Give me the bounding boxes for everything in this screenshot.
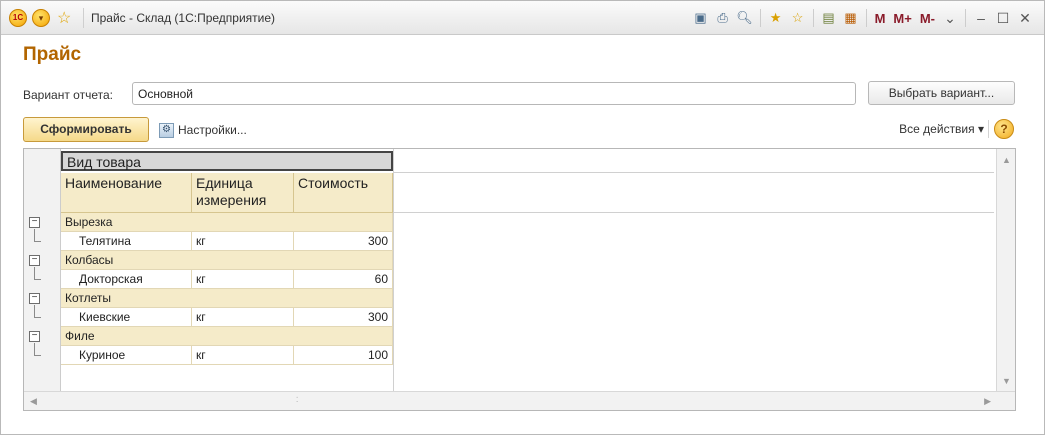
item-unit-cell: кг (192, 232, 294, 250)
item-price-cell: 300 (294, 308, 393, 326)
all-actions-menu[interactable]: Все действия ▾ (899, 122, 984, 136)
group-row[interactable]: Вырезка (61, 213, 393, 232)
tree-line (34, 267, 35, 279)
item-name-cell: Докторская (61, 270, 192, 288)
item-row[interactable]: Киевские кг 300 (61, 308, 393, 327)
item-row[interactable]: Куриное кг 100 (61, 346, 393, 365)
tree-line (34, 317, 41, 318)
save-icon[interactable]: ▣ (690, 8, 712, 28)
group-name-cell: Филе (61, 327, 393, 345)
collapse-group-icon[interactable]: − (29, 293, 40, 304)
choose-variant-button[interactable]: Выбрать вариант... (868, 81, 1015, 105)
print-preview-icon[interactable]: 🔍︎ (734, 8, 756, 28)
title-separator (83, 8, 84, 28)
maximize-icon[interactable]: ☐ (992, 8, 1014, 28)
calendar-icon[interactable]: ▦ (840, 8, 862, 28)
settings-button[interactable]: ⚙ Настройки... (159, 120, 247, 140)
report-document[interactable]: Вид товара Наименование Единица измерени… (23, 148, 1016, 411)
tree-line (34, 229, 35, 241)
item-row[interactable]: Телятина кг 300 (61, 232, 393, 251)
minimize-icon[interactable]: – (970, 8, 992, 28)
report-variant-field[interactable]: Основной (132, 82, 856, 105)
item-name-cell: Киевские (61, 308, 192, 326)
add-favorite-icon[interactable]: ★ (765, 8, 787, 28)
tree-line (34, 343, 35, 355)
settings-icon: ⚙ (159, 122, 174, 138)
group-name-cell: Колбасы (61, 251, 393, 269)
title-bar: 1С ▾ ☆ Прайс - Склад (1С:Предприятие) ▣ … (1, 1, 1044, 35)
report-variant-label: Вариант отчета: (23, 88, 113, 102)
grid-edge-line (393, 149, 394, 392)
window-menu-icon[interactable]: ⌄ (939, 8, 961, 28)
header-empty-area (393, 151, 994, 173)
calculator-icon[interactable]: ▤ (818, 8, 840, 28)
item-price-cell: 60 (294, 270, 393, 288)
group-name-cell: Вырезка (61, 213, 393, 231)
collapse-group-icon[interactable]: − (29, 255, 40, 266)
collapse-group-icon[interactable]: − (29, 331, 40, 342)
main-menu-icon[interactable]: ▾ (32, 9, 50, 27)
application-window: 1С ▾ ☆ Прайс - Склад (1С:Предприятие) ▣ … (0, 0, 1045, 435)
close-icon[interactable]: ✕ (1014, 8, 1036, 28)
scroll-thumb-grip-icon[interactable]: ⁚ (296, 396, 298, 404)
tree-line (34, 279, 41, 280)
scroll-up-icon[interactable]: ▲ (1002, 155, 1011, 165)
memory-m-button[interactable]: M (871, 8, 890, 28)
column-header-unit[interactable]: Единица измерения (192, 173, 294, 213)
header-empty-area (393, 173, 994, 213)
item-row[interactable]: Докторская кг 60 (61, 270, 393, 289)
collapse-group-icon[interactable]: − (29, 217, 40, 228)
title-toolbar: ▣ ⎙ 🔍︎ ★ ☆ ▤ ▦ M M+ M- ⌄ – ☐ ✕ (690, 7, 1036, 29)
memory-minus-button[interactable]: M- (916, 8, 939, 28)
item-unit-cell: кг (192, 346, 294, 364)
generate-report-button[interactable]: Сформировать (23, 117, 149, 142)
scroll-down-icon[interactable]: ▼ (1002, 376, 1011, 386)
actions-separator (988, 120, 989, 138)
toolbar-separator (812, 9, 814, 27)
form-title: Прайс (23, 44, 82, 65)
toolbar-separator (865, 9, 867, 27)
item-price-cell: 300 (294, 232, 393, 250)
group-row[interactable]: Колбасы (61, 251, 393, 270)
column-header-name[interactable]: Наименование (61, 173, 192, 213)
tree-line (34, 355, 41, 356)
print-icon[interactable]: ⎙ (712, 8, 734, 28)
scroll-left-icon[interactable]: ◀ (30, 396, 37, 407)
tree-line (34, 305, 35, 317)
item-unit-cell: кг (192, 270, 294, 288)
item-name-cell: Куриное (61, 346, 192, 364)
group-name-cell: Котлеты (61, 289, 393, 307)
column-header-price[interactable]: Стоимость (294, 173, 393, 213)
column-header-row: Наименование Единица измерения Стоимость (61, 173, 393, 213)
grouping-gutter (24, 149, 61, 392)
item-unit-cell: кг (192, 308, 294, 326)
group-header-cell[interactable]: Вид товара (61, 151, 393, 171)
toolbar-separator (759, 9, 761, 27)
favorite-star-icon[interactable]: ☆ (57, 8, 71, 28)
memory-plus-button[interactable]: M+ (889, 8, 915, 28)
help-icon[interactable]: ? (994, 119, 1014, 139)
horizontal-scrollbar[interactable]: ◀ ⁚ ▶ (24, 391, 1015, 410)
scroll-right-icon[interactable]: ▶ (984, 396, 991, 407)
favorites-list-icon[interactable]: ☆ (787, 8, 809, 28)
item-name-cell: Телятина (61, 232, 192, 250)
settings-button-label: Настройки... (178, 123, 247, 137)
vertical-scrollbar[interactable]: ▲ ▼ (996, 149, 1015, 392)
group-row[interactable]: Котлеты (61, 289, 393, 308)
item-price-cell: 100 (294, 346, 393, 364)
app-logo-icon[interactable]: 1С (9, 9, 27, 27)
tree-line (34, 241, 41, 242)
group-row[interactable]: Филе (61, 327, 393, 346)
window-title: Прайс - Склад (1С:Предприятие) (91, 11, 276, 25)
toolbar-separator (965, 9, 966, 27)
